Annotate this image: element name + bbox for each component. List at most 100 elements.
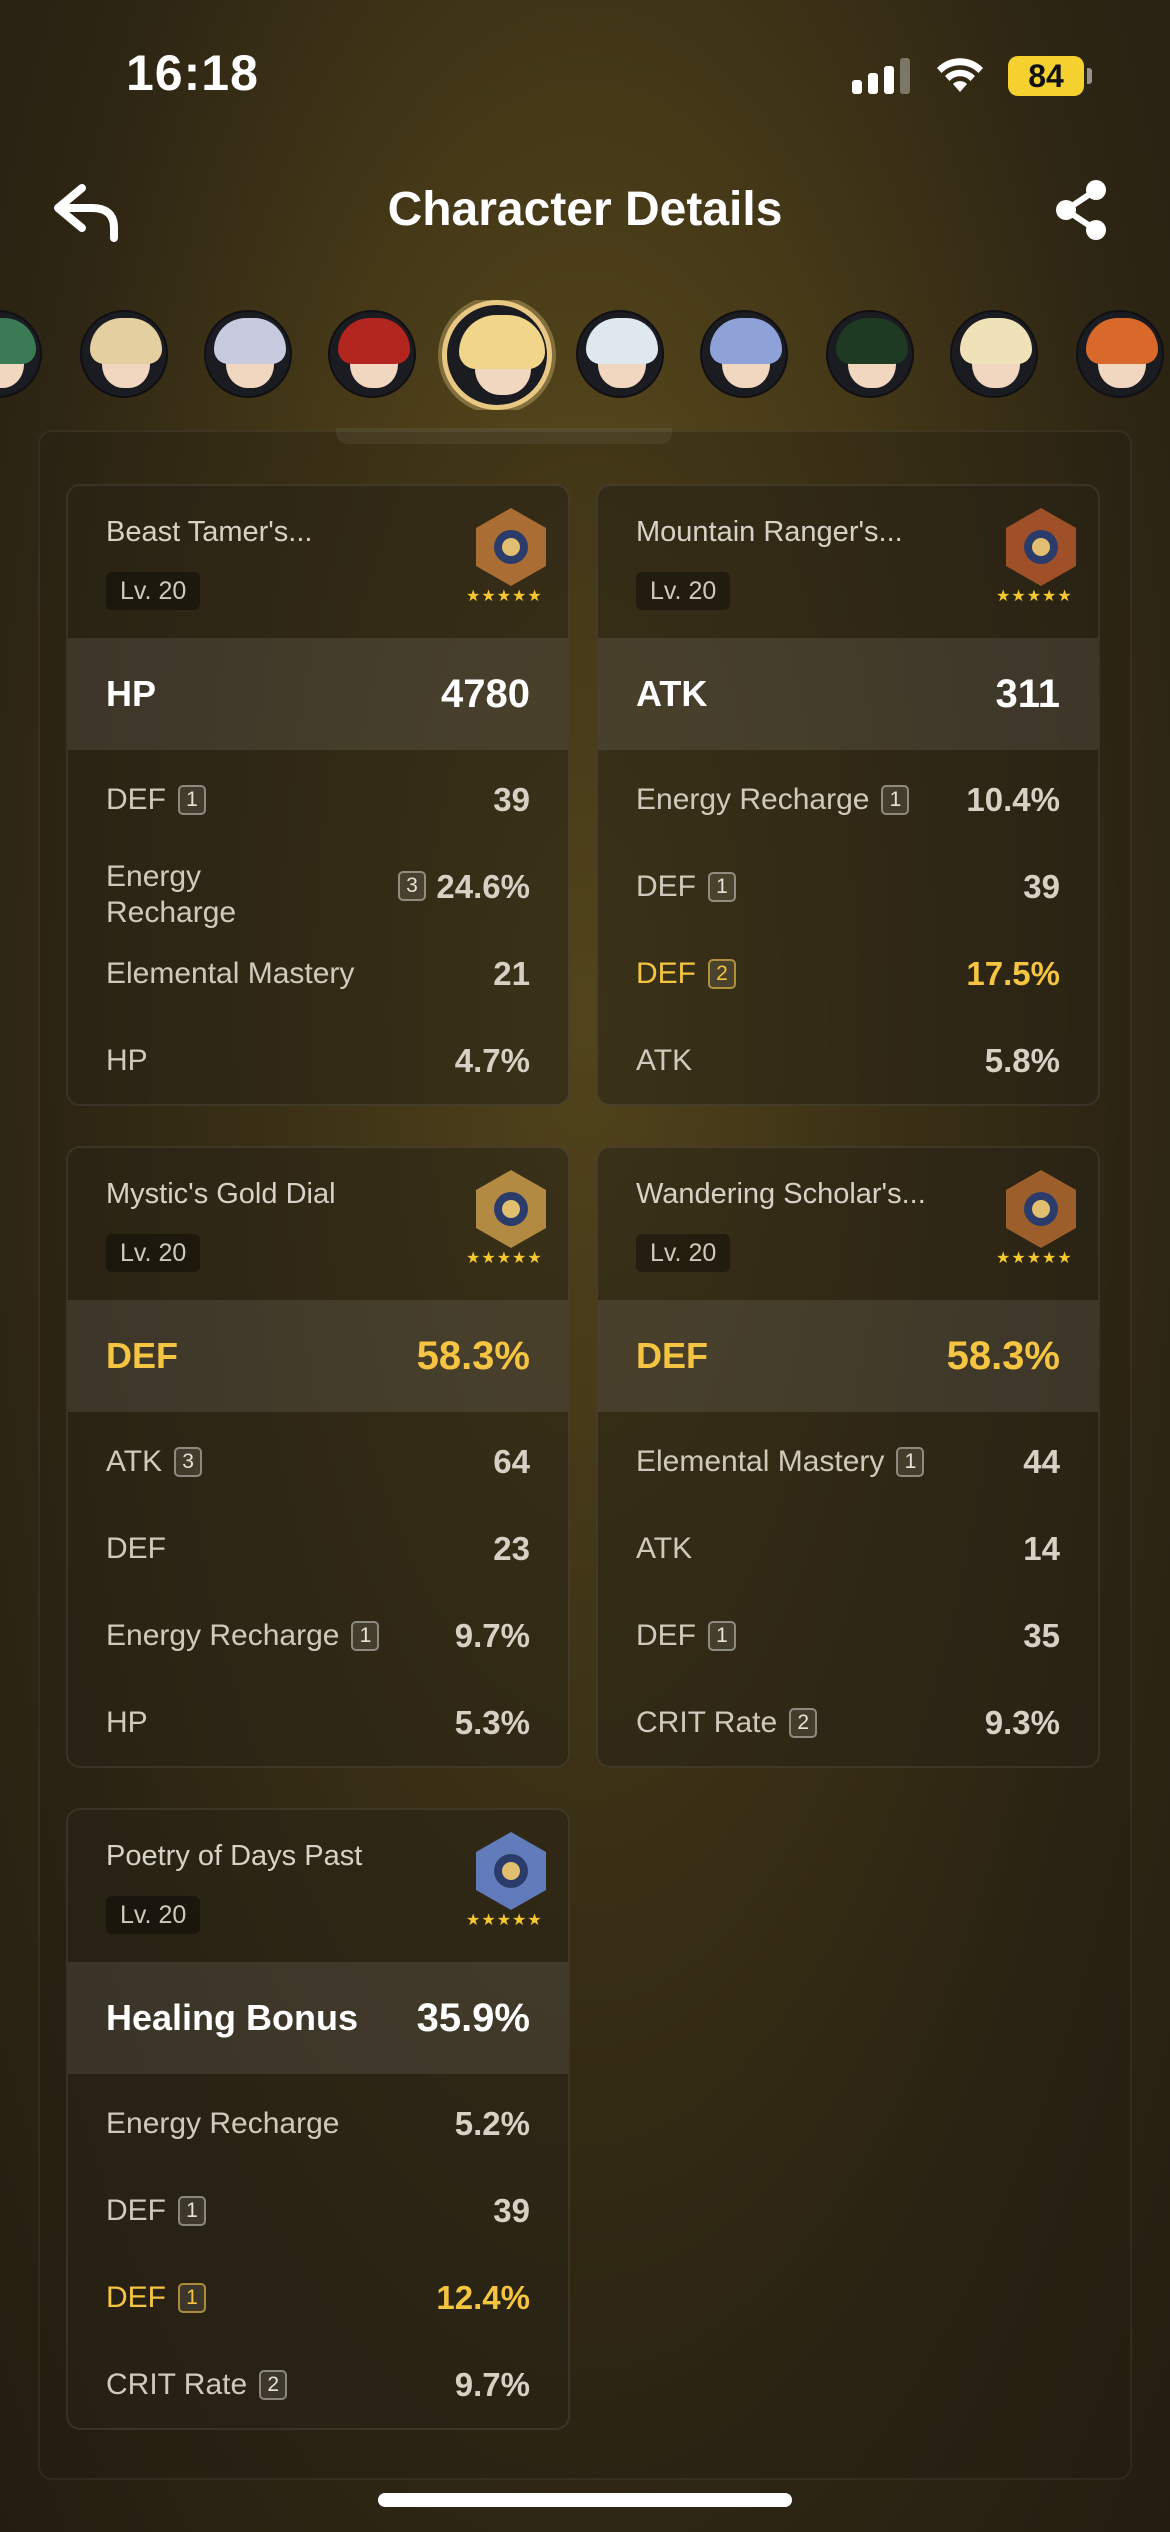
- home-indicator[interactable]: [378, 2493, 792, 2507]
- substat-label-wrap: DEF 1: [106, 2167, 206, 2254]
- roll-count-badge: 1: [178, 2282, 206, 2313]
- artifact-card[interactable]: Wandering Scholar's... Lv. 20 ★★★★★ DEF 58.3…: [596, 1146, 1100, 1768]
- substat-label-wrap: CRIT Rate 2: [636, 1679, 818, 1766]
- roll-count-badge: 1: [178, 784, 206, 815]
- substat-value: 5.3%: [454, 1704, 530, 1741]
- rarity-stars: ★★★★★: [996, 1250, 1073, 1267]
- artifact-header: Mystic's Gold Dial Lv. 20 ★★★★★: [68, 1148, 568, 1300]
- substat-label-wrap: HP: [106, 1679, 148, 1766]
- substat-row: CRIT Rate 2 9.7%: [68, 2341, 568, 2428]
- artifact-icon: [476, 1832, 546, 1910]
- character-avatar[interactable]: [204, 310, 292, 398]
- main-stat: DEF 58.3%: [598, 1300, 1098, 1412]
- substat-label: DEF: [106, 783, 166, 816]
- main-stat: DEF 58.3%: [68, 1300, 568, 1412]
- substat-label-wrap: ATK: [636, 1017, 692, 1104]
- substat-value: 24.6%: [436, 868, 530, 905]
- character-avatar-strip[interactable]: [0, 300, 1170, 410]
- character-avatar[interactable]: [328, 310, 416, 398]
- substat-row: ATK 14: [598, 1505, 1098, 1592]
- substat-label: Energy Recharge: [636, 783, 870, 816]
- substat-list: DEF 1 39 Energy Recharge 3 24.6% Elemental Mas…: [68, 750, 568, 1104]
- substat-row: DEF 2 17.5%: [598, 930, 1098, 1017]
- substat-row: Energy Recharge 3 24.6%: [68, 843, 568, 930]
- artifact-name: Wandering Scholar's...: [636, 1178, 926, 1210]
- main-stat: ATK 311: [598, 638, 1098, 750]
- substat-value: 39: [493, 781, 530, 818]
- character-avatar[interactable]: [1076, 310, 1164, 398]
- substat-list: Energy Recharge 5.2% DEF 1 39 DEF 1 12.4% CRIT R…: [68, 2074, 568, 2428]
- artifact-name: Beast Tamer's...: [106, 516, 313, 548]
- artifact-card[interactable]: Poetry of Days Past Lv. 20 ★★★★★ Healing Bo…: [66, 1808, 570, 2430]
- substat-label: CRIT Rate: [636, 1706, 778, 1739]
- substat-label-wrap: Energy Recharge 1: [106, 1592, 380, 1679]
- character-avatar[interactable]: [826, 310, 914, 398]
- character-avatar[interactable]: [442, 300, 552, 410]
- level-badge: Lv. 20: [636, 1234, 731, 1272]
- artifact-card[interactable]: Beast Tamer's... Lv. 20 ★★★★★ HP 4780 DEF 1 39 E…: [66, 484, 570, 1106]
- artifact-name: Mountain Ranger's...: [636, 516, 903, 548]
- main-stat-label: DEF: [106, 1335, 178, 1376]
- substat-value: 9.7%: [454, 1617, 530, 1654]
- substat-label: DEF: [636, 957, 696, 990]
- character-avatar[interactable]: [700, 310, 788, 398]
- substat-row: DEF 1 39: [68, 756, 568, 843]
- substat-label-wrap: CRIT Rate 2: [106, 2341, 288, 2428]
- roll-count-badge: 2: [259, 2369, 288, 2400]
- roll-count-badge: 2: [708, 958, 736, 989]
- substat-row: DEF 1 39: [598, 843, 1098, 930]
- artifact-name: Poetry of Days Past: [106, 1840, 363, 1872]
- main-stat-label: ATK: [636, 673, 708, 714]
- panel-drag-handle[interactable]: [336, 428, 672, 444]
- character-avatar[interactable]: [80, 310, 168, 398]
- artifact-header: Poetry of Days Past Lv. 20 ★★★★★: [68, 1810, 568, 1962]
- level-badge: Lv. 20: [106, 1234, 201, 1272]
- rarity-stars: ★★★★★: [466, 588, 543, 605]
- substat-label-wrap: Elemental Mastery 1: [636, 1418, 925, 1505]
- artifact-card[interactable]: Mystic's Gold Dial Lv. 20 ★★★★★ DEF 58.3% ATK…: [66, 1146, 570, 1768]
- substat-row: HP 4.7%: [68, 1017, 568, 1104]
- roll-count-badge: 3: [174, 1446, 203, 1477]
- avatar-hair: [214, 318, 286, 364]
- main-stat-label: DEF: [636, 1335, 708, 1376]
- avatar-hair: [90, 318, 162, 364]
- substat-value: 44: [1023, 1443, 1060, 1480]
- substat-list: ATK 3 64 DEF 23 Energy Recharge 1 9.7% HP 5.3%: [68, 1412, 568, 1766]
- roll-count-badge: 1: [351, 1620, 380, 1651]
- substat-label: ATK: [636, 1532, 693, 1565]
- artifact-card[interactable]: Mountain Ranger's... Lv. 20 ★★★★★ ATK 311 Ene…: [596, 484, 1100, 1106]
- page-title: Character Details: [387, 183, 783, 236]
- substat-row: Energy Recharge 5.2%: [68, 2080, 568, 2167]
- rarity-stars: ★★★★★: [466, 1250, 543, 1267]
- roll-count-badge: 3: [398, 871, 426, 901]
- artifact-icon: [1006, 1170, 1076, 1248]
- level-badge: Lv. 20: [106, 1896, 201, 1934]
- substat-label-wrap: Elemental Mastery: [106, 930, 354, 1017]
- rarity-stars: ★★★★★: [996, 588, 1073, 605]
- avatar-hair: [459, 315, 545, 369]
- substat-row: DEF 1 12.4%: [68, 2254, 568, 2341]
- substat-label: ATK: [106, 1445, 163, 1478]
- character-avatar[interactable]: [0, 310, 42, 398]
- substat-value: 10.4%: [966, 781, 1060, 818]
- substat-value: 5.8%: [984, 1042, 1060, 1079]
- artifact-icon: [1006, 508, 1076, 586]
- substat-row: DEF 1 39: [68, 2167, 568, 2254]
- substat-label: DEF: [636, 870, 696, 903]
- substat-row: Energy Recharge 1 9.7%: [68, 1592, 568, 1679]
- substat-label: HP: [106, 1044, 148, 1077]
- substat-value: 21: [493, 955, 530, 992]
- roll-count-badge: 1: [708, 871, 736, 902]
- status-bar: 16:18 84: [0, 0, 1170, 150]
- substat-list: Elemental Mastery 1 44 ATK 14 DEF 1 35 CRIT Rate…: [598, 1412, 1098, 1766]
- substat-label-wrap: HP: [106, 1017, 148, 1104]
- share-icon[interactable]: [1050, 178, 1114, 242]
- character-avatar[interactable]: [950, 310, 1038, 398]
- substat-row: Elemental Mastery 1 44: [598, 1418, 1098, 1505]
- substat-row: DEF 1 35: [598, 1592, 1098, 1679]
- substat-value: 9.3%: [984, 1704, 1060, 1741]
- character-avatar[interactable]: [576, 310, 664, 398]
- artifact-icon: [476, 508, 546, 586]
- roll-count-badge: 2: [789, 1707, 818, 1738]
- artifact-header: Wandering Scholar's... Lv. 20 ★★★★★: [598, 1148, 1098, 1300]
